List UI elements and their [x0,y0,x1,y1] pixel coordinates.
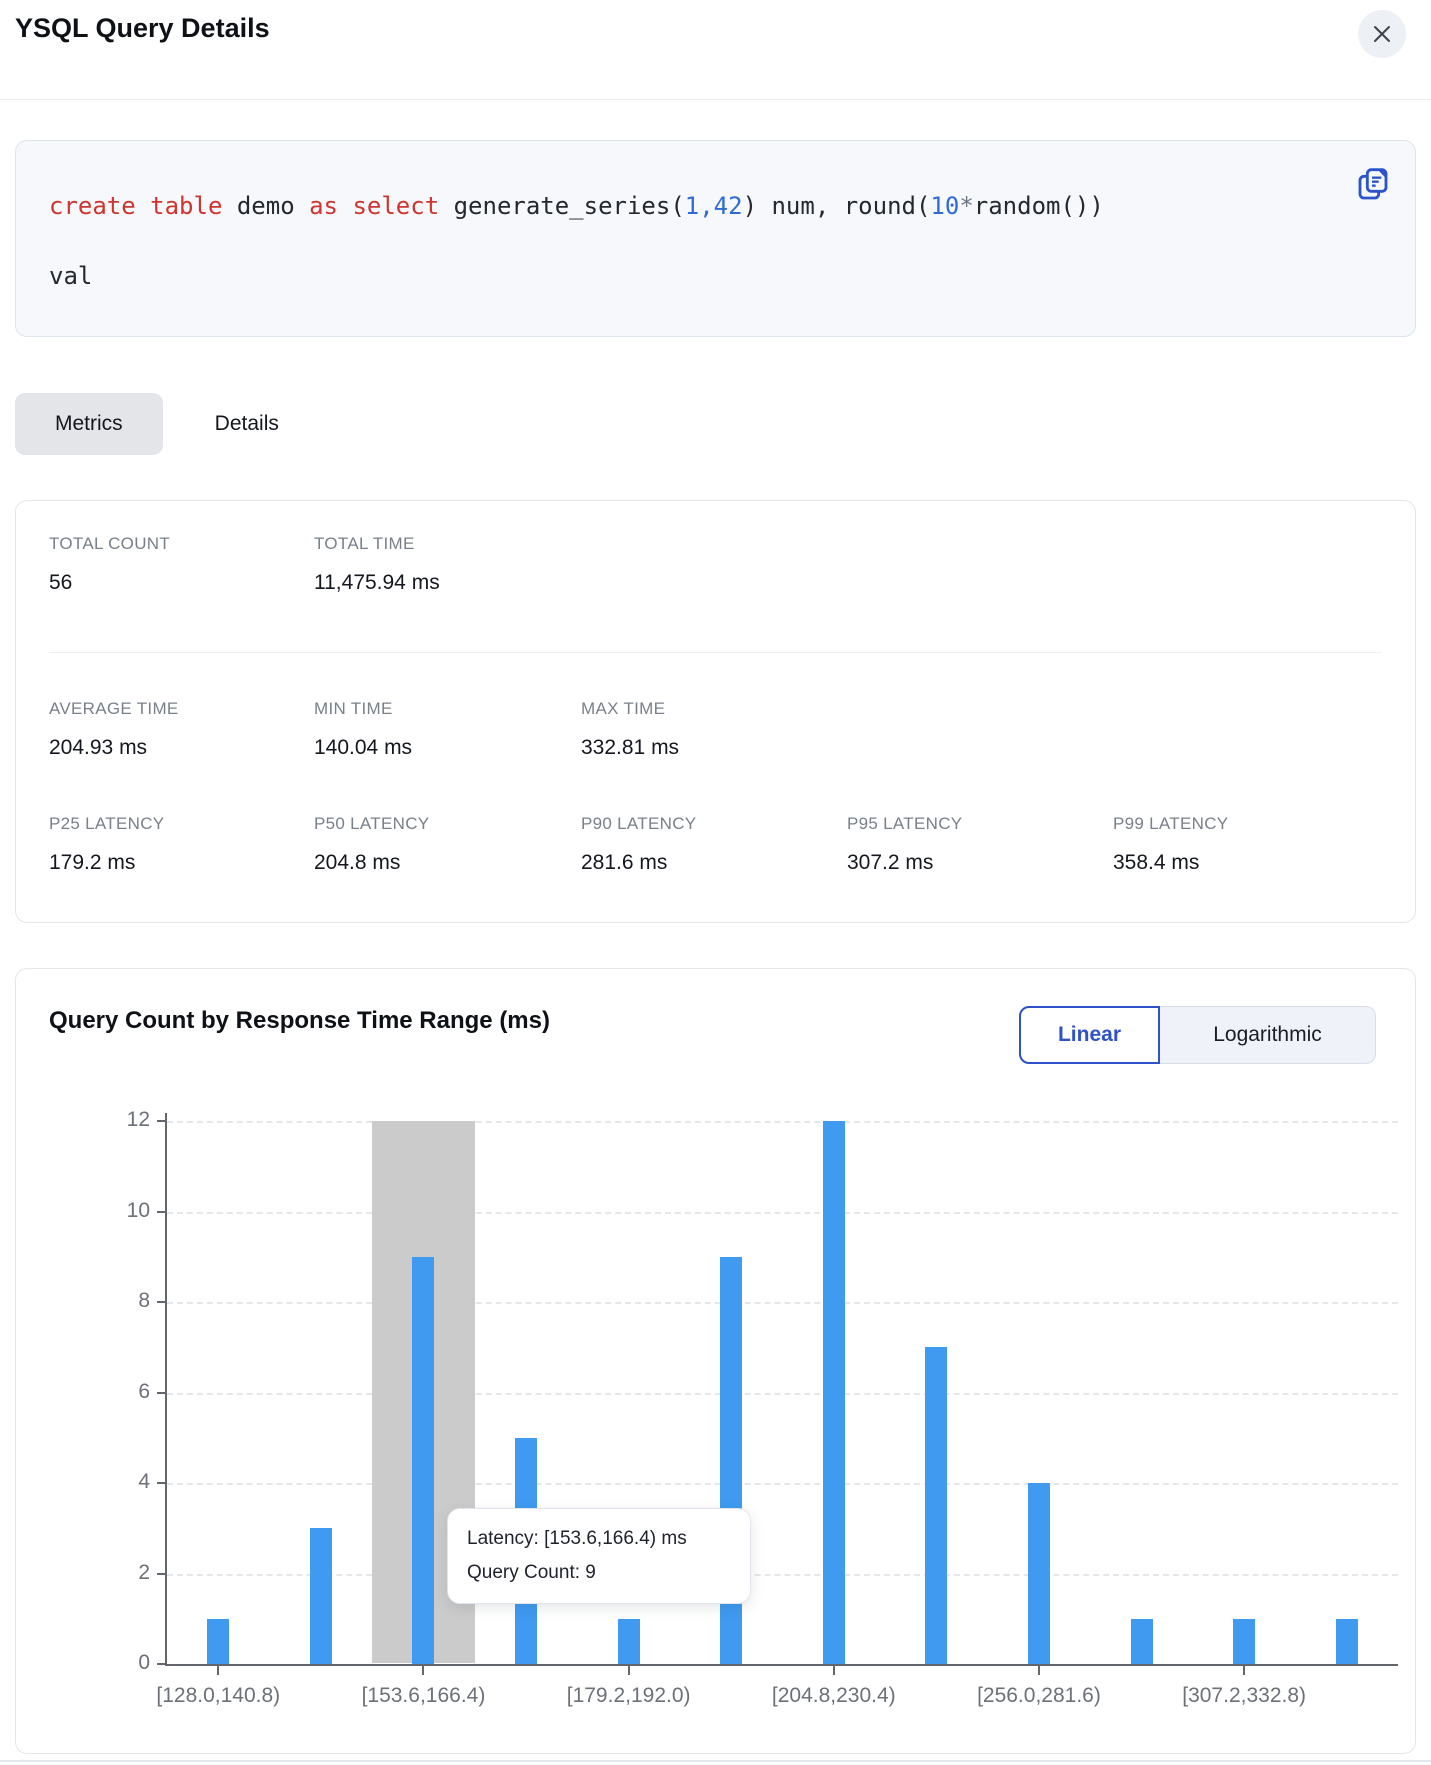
metric-value: 140.04 ms [314,736,412,760]
chart-title: Query Count by Response Time Range (ms) [49,1007,550,1035]
metric-label: TOTAL TIME [314,534,415,554]
tooltip-count-line: Query Count: 9 [467,1556,731,1590]
histogram-bar[interactable] [823,1121,845,1664]
tab-details[interactable]: Details [175,393,319,455]
copy-button[interactable] [1351,163,1395,207]
metric-label: P95 LATENCY [847,814,962,834]
histogram-bar[interactable] [1233,1619,1255,1664]
metric-label: P99 LATENCY [1113,814,1228,834]
page-title: YSQL Query Details [15,13,270,44]
metric-value: 179.2 ms [49,851,135,875]
bottom-divider [0,1760,1431,1762]
scale-toggle-group: LinearLogarithmic [1019,1006,1376,1064]
metric-label: TOTAL COUNT [49,534,170,554]
code-line: create table demo as select generate_ser… [49,192,1104,220]
close-icon [1371,23,1393,45]
metric-value: 56 [49,571,72,595]
scale-logarithmic-button[interactable]: Logarithmic [1160,1006,1376,1064]
metric-value: 281.6 ms [581,851,667,875]
scale-linear-button[interactable]: Linear [1019,1006,1160,1064]
code-line: val [49,262,92,290]
metric-label: MIN TIME [314,699,393,719]
metric-value: 307.2 ms [847,851,933,875]
metrics-summary-card: TOTAL COUNT 56 TOTAL TIME 11,475.94 ms AVERA… [15,500,1416,923]
close-button[interactable] [1358,10,1406,58]
metric-value: 358.4 ms [1113,851,1199,875]
metric-value: 204.8 ms [314,851,400,875]
histogram-bar[interactable] [310,1528,332,1664]
tab-bar: MetricsDetails [15,393,319,455]
metric-label: P50 LATENCY [314,814,429,834]
histogram-bar[interactable] [925,1347,947,1664]
metric-label: MAX TIME [581,699,665,719]
metrics-divider [49,652,1382,653]
tooltip-latency-line: Latency: [153.6,166.4) ms [467,1522,731,1556]
histogram-bar[interactable] [207,1619,229,1664]
metric-label: P90 LATENCY [581,814,696,834]
header-divider [0,99,1431,100]
sql-code-block: create table demo as select generate_ser… [15,140,1416,337]
histogram-bar[interactable] [412,1257,434,1664]
metric-value: 11,475.94 ms [314,571,440,595]
histogram-bar[interactable] [618,1619,640,1664]
metric-label: AVERAGE TIME [49,699,179,719]
copy-icon [1353,164,1393,204]
histogram-bar[interactable] [1028,1483,1050,1664]
metric-value: 204.93 ms [49,736,147,760]
metric-value: 332.81 ms [581,736,679,760]
histogram-bar[interactable] [1131,1619,1153,1664]
chart-tooltip: Latency: [153.6,166.4) ms Query Count: 9 [447,1508,751,1604]
tab-metrics[interactable]: Metrics [15,393,163,455]
histogram-bar[interactable] [1336,1619,1358,1664]
metric-label: P25 LATENCY [49,814,164,834]
sql-query-text: create table demo as select generate_ser… [16,141,1415,311]
